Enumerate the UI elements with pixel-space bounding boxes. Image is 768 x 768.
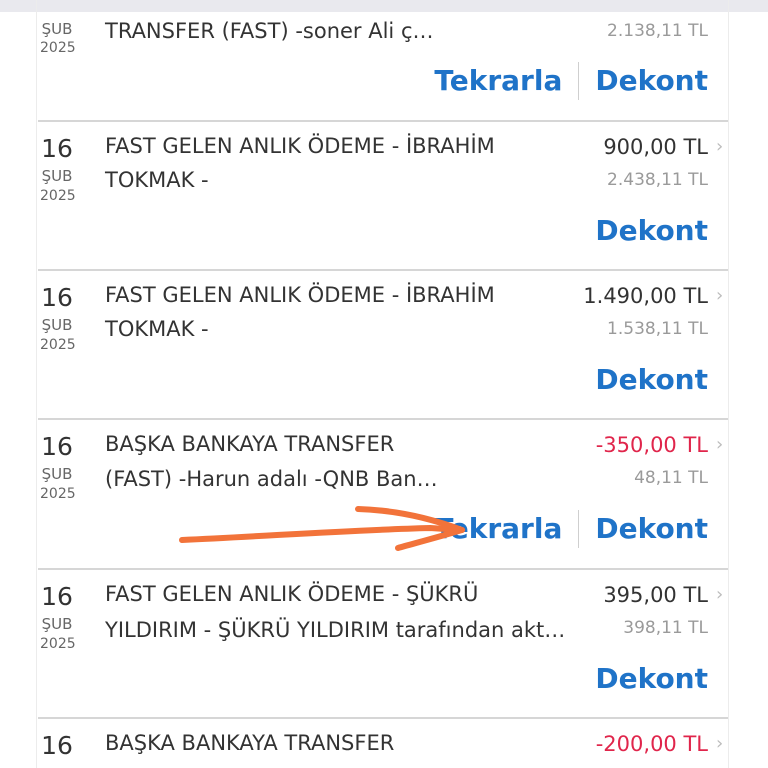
annotation-arrow (179, 506, 465, 551)
